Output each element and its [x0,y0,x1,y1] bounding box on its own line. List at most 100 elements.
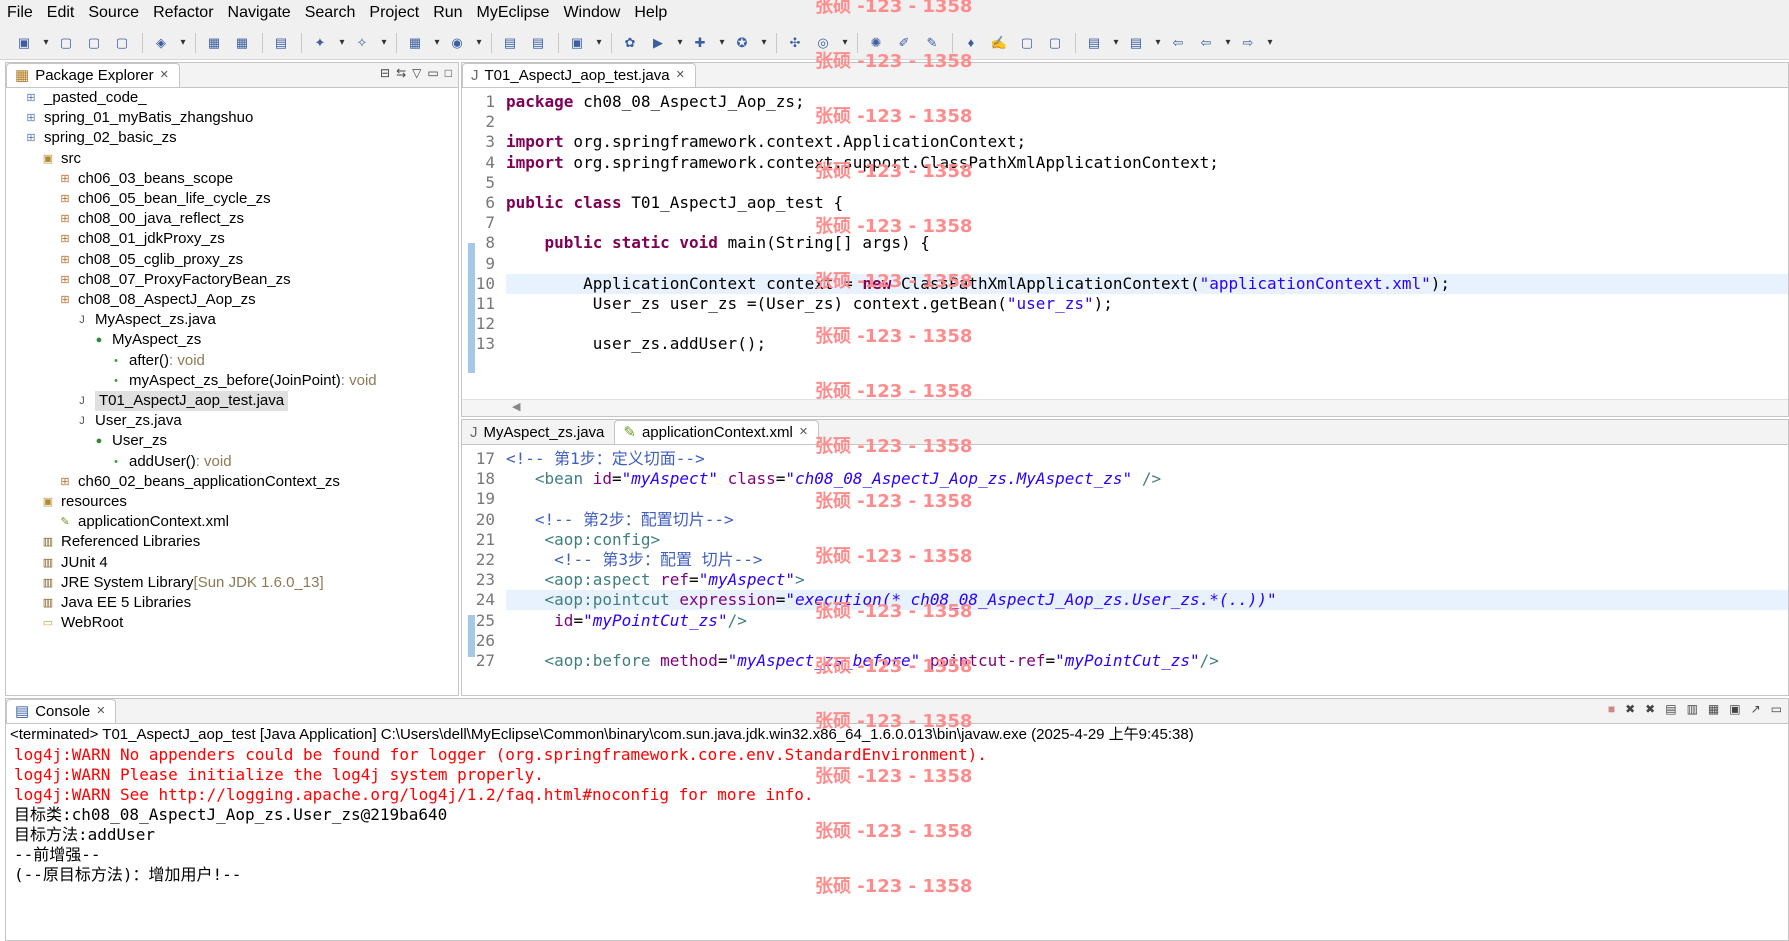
toolbar-button-icon[interactable]: ▣ [14,33,34,53]
toolbar-button-icon[interactable]: ▾ [676,33,684,53]
code-line[interactable] [506,112,1788,132]
toolbar-button-icon[interactable]: ◈ [151,33,171,53]
toolbar-button-icon[interactable]: ✺ [866,33,886,53]
scroll-lock-icon[interactable]: ▥ [1687,702,1698,716]
tree-item[interactable]: ⊞ ch06_03_beans_scope [58,169,233,189]
toolbar-button-icon[interactable]: ✣ [785,33,805,53]
toolbar-button-icon[interactable]: ▤ [500,33,520,53]
tab-console[interactable]: ▤ Console ✕ [6,699,117,723]
tab-myaspect-zs-java[interactable]: J MyAspect_zs.java [462,421,615,444]
toolbar-button-icon[interactable]: ▤ [1126,33,1146,53]
toolbar-button-icon[interactable]: ▤ [271,33,291,53]
close-icon[interactable]: ✕ [676,64,685,87]
code-line[interactable]: user_zs.addUser(); [506,334,1788,354]
remove-all-icon[interactable]: ✖ [1645,702,1655,716]
code-line[interactable]: User_zs user_zs =(User_zs) context.getBe… [506,294,1788,314]
menu-search[interactable]: Search [298,0,363,26]
view-menu-icon[interactable]: ▽ [412,66,421,80]
toolbar-button-icon[interactable]: ▢ [56,33,76,53]
tree-item[interactable]: ⊞ spring_02_basic_zs [24,128,176,148]
toolbar-button-icon[interactable]: ▾ [380,33,388,53]
menu-refactor[interactable]: Refactor [146,0,220,26]
toolbar-button-icon[interactable]: ▾ [1112,33,1120,53]
code-line[interactable]: <!-- 第2步：配置切片--> [506,510,1788,530]
pin-console-icon[interactable]: ▦ [1708,702,1719,716]
toolbar-button-icon[interactable]: ▾ [595,33,603,53]
tree-item[interactable]: ▥ JRE System Library [Sun JDK 1.6.0_13] [41,573,324,593]
toolbar-button-icon[interactable]: ▾ [1154,33,1162,53]
toolbar-button-icon[interactable]: ✧ [352,33,372,53]
tree-item[interactable]: ● MyAspect_zs [92,330,202,350]
code-line[interactable]: public static void main(String[] args) { [506,233,1788,253]
menu-run[interactable]: Run [426,0,469,26]
toolbar-button-icon[interactable]: ▤ [1084,33,1104,53]
maximize-icon[interactable]: □ [445,66,452,80]
toolbar-button-icon[interactable]: ▾ [1224,33,1232,53]
toolbar-button-icon[interactable]: ✿ [620,33,640,53]
close-icon[interactable]: ✕ [799,421,808,444]
code-line[interactable]: import org.springframework.context.suppo… [506,153,1788,173]
toolbar-button-icon[interactable]: ▢ [112,33,132,53]
code-line[interactable]: public class T01_AspectJ_aop_test { [506,193,1788,213]
toolbar-button-icon[interactable]: ▢ [84,33,104,53]
tree-item[interactable]: J T01_AspectJ_aop_test.java [75,391,289,411]
menu-navigate[interactable]: Navigate [221,0,298,26]
code-line[interactable]: <aop:before method="myAspect_zs_before" … [506,651,1788,671]
tab-t01-aspectj-aop-test[interactable]: J T01_AspectJ_aop_test.java ✕ [462,63,696,87]
tree-item[interactable]: J MyAspect_zs.java [75,310,216,330]
code-line[interactable] [506,213,1788,233]
tree-item[interactable]: ⊞ ch08_05_cglib_proxy_zs [58,250,243,270]
toolbar-button-icon[interactable]: ⇦ [1196,33,1216,53]
console-output[interactable]: log4j:WARN No appenders could be found f… [14,745,1788,885]
tree-item[interactable]: • myAspect_zs_before(JoinPoint) : void [109,371,377,391]
tree-item[interactable]: ⊞ _pasted_code_ [24,88,146,108]
tree-item[interactable]: ▭ WebRoot [41,613,123,633]
toolbar-button-icon[interactable]: ▾ [1266,33,1274,53]
tree-item[interactable]: ⊞ ch60_02_beans_applicationContext_zs [58,472,339,492]
code-line[interactable] [506,631,1788,651]
code-line[interactable]: <aop:config> [506,530,1788,550]
toolbar-button-icon[interactable]: ▾ [718,33,726,53]
toolbar-button-icon[interactable]: ✎ [922,33,942,53]
menu-edit[interactable]: Edit [40,0,82,26]
menu-source[interactable]: Source [81,0,146,26]
code-line[interactable]: <!-- 第3步：配置 切片--> [506,550,1788,570]
toolbar-button-icon[interactable]: ▶ [648,33,668,53]
tree-item[interactable]: ▣ src [41,149,81,169]
tab-applicationcontext-xml[interactable]: ✎ applicationContext.xml ✕ [614,420,820,444]
toolbar-button-icon[interactable]: ✚ [690,33,710,53]
toolbar-button-icon[interactable]: ▾ [475,33,483,53]
code-line[interactable]: <!-- 第1步：定义切面--> [506,449,1788,469]
toolbar-button-icon[interactable]: ✐ [894,33,914,53]
tree-item[interactable]: ⊞ ch08_07_ProxyFactoryBean_zs [58,270,290,290]
minimize-icon[interactable]: ▭ [1771,702,1782,716]
remove-launch-icon[interactable]: ✖ [1625,702,1635,716]
tree-item[interactable]: ▥ Referenced Libraries [41,532,200,552]
code-line[interactable] [506,254,1788,274]
clear-console-icon[interactable]: ▤ [1665,702,1676,716]
display-console-icon[interactable]: ▣ [1729,702,1740,716]
menu-file[interactable]: File [0,0,40,26]
tree-item[interactable]: • addUser() : void [109,452,231,472]
xml-code-area[interactable]: 17 <!-- 第1步：定义切面--> 18 <bean id="myAspect"… [462,449,1788,695]
tree-item[interactable]: ⊞ ch08_00_java_reflect_zs [58,209,244,229]
toolbar-button-icon[interactable]: ▤ [528,33,548,53]
toolbar-button-icon[interactable]: ▾ [841,33,849,53]
tree-item[interactable]: ● User_zs [92,431,167,451]
toolbar-button-icon[interactable]: ▾ [433,33,441,53]
menu-myeclipse[interactable]: MyEclipse [470,0,557,26]
code-line[interactable]: <aop:pointcut expression="execution(* ch… [506,590,1788,611]
menu-project[interactable]: Project [362,0,426,26]
scroll-left-icon[interactable]: ◀ [512,400,520,413]
close-icon[interactable]: ✕ [96,700,105,723]
tree-item[interactable]: ⊞ ch08_08_AspectJ_Aop_zs [58,290,255,310]
toolbar-button-icon[interactable]: ◎ [813,33,833,53]
code-line[interactable]: package ch08_08_AspectJ_Aop_zs; [506,92,1788,112]
collapse-all-icon[interactable]: ⊟ [380,66,390,80]
code-line[interactable]: ApplicationContext context = new ClassPa… [506,273,1788,294]
horizontal-scrollbar[interactable]: ◀ [462,399,1788,416]
menu-window[interactable]: Window [556,0,627,26]
toolbar-button-icon[interactable]: ▦ [204,33,224,53]
terminate-icon[interactable]: ■ [1608,702,1615,716]
java-code-area[interactable]: 1 package ch08_08_AspectJ_Aop_zs; 2 3 import… [462,92,1788,400]
